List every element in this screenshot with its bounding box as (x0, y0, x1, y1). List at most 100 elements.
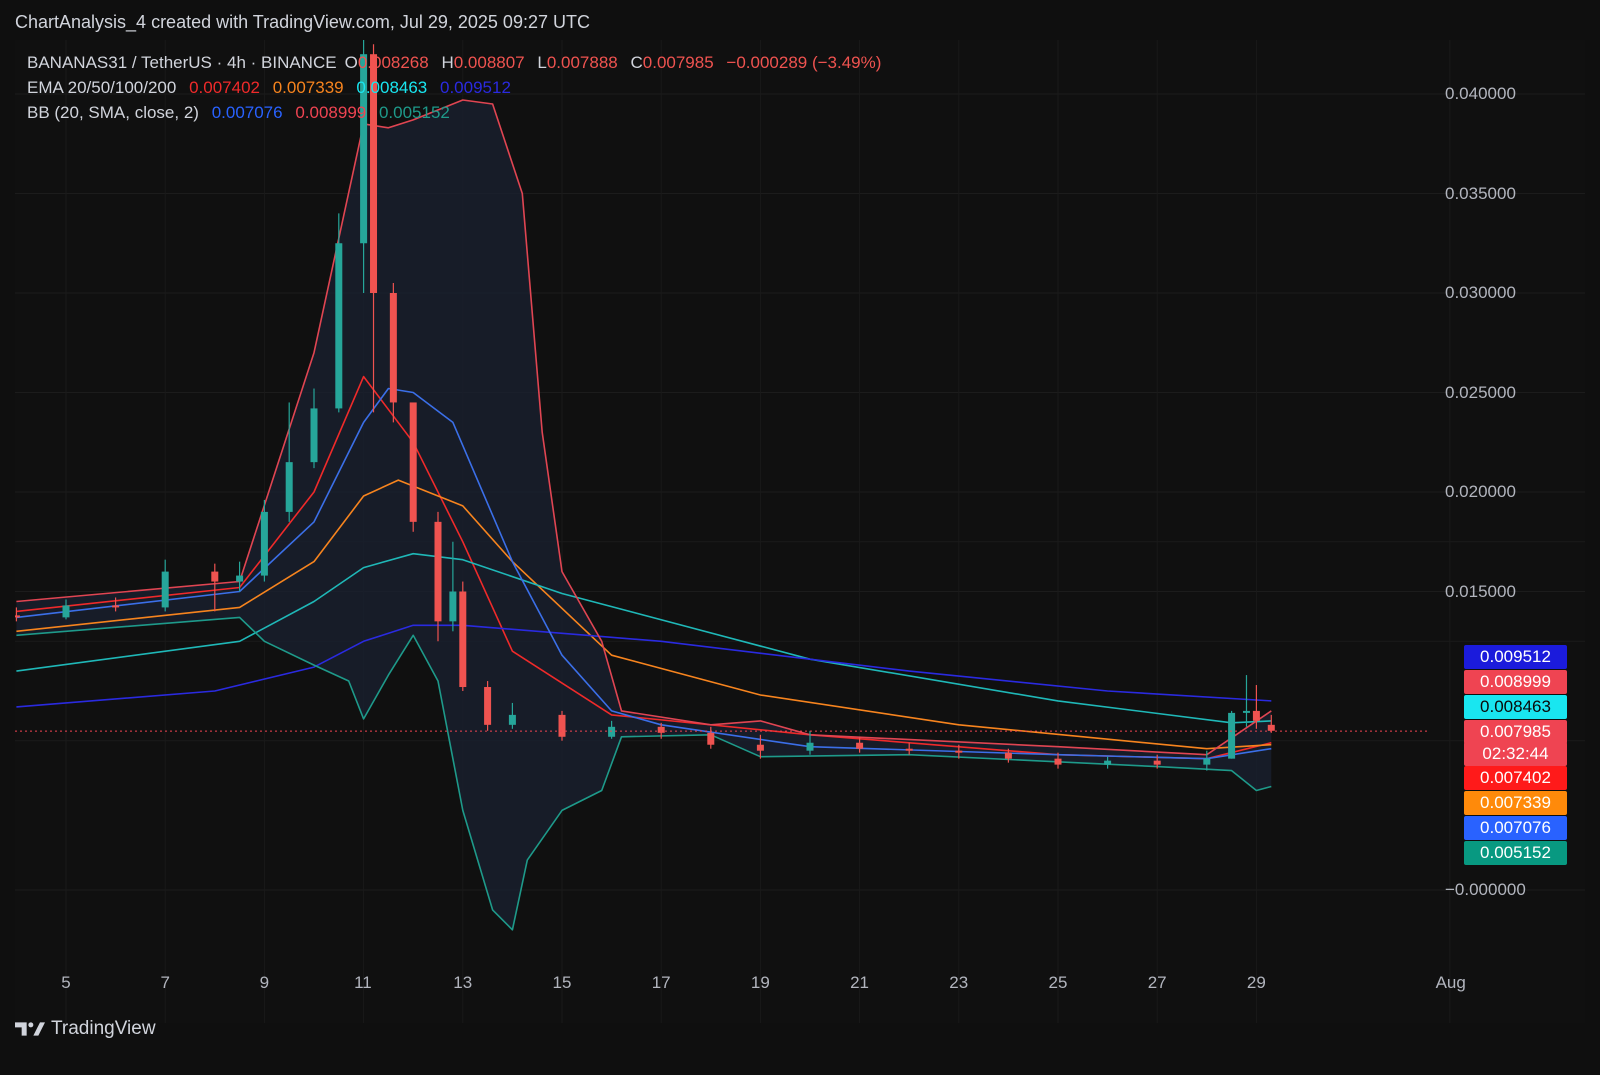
x-tick-label: 15 (552, 973, 572, 992)
y-tick-label: −0.000000 (1445, 880, 1526, 899)
candle-body (434, 521, 442, 622)
legend-change: −0.000289 (−3.49%) (726, 53, 882, 72)
x-tick-label: Aug (1435, 973, 1466, 992)
candle (389, 283, 397, 423)
x-tick-label: 23 (949, 973, 969, 992)
x-tick-label: 11 (354, 973, 372, 992)
legend-ema100-value: 0.008463 (356, 78, 428, 97)
candle-body (1203, 758, 1211, 765)
y-tick-label: 0.040000 (1445, 84, 1516, 103)
x-tick-label: 5 (61, 973, 71, 992)
candle (260, 499, 268, 582)
chart-panel[interactable] (15, 40, 1585, 1023)
y-tick-label: 0.015000 (1445, 581, 1516, 601)
candle-body (608, 726, 616, 737)
legend-ema: EMA 20/50/100/200 0.007402 0.007339 0.00… (27, 78, 519, 98)
candle (409, 402, 417, 532)
x-tick-label: 21 (850, 973, 870, 992)
y-tick-label: 0.030000 (1445, 283, 1516, 302)
candle (161, 559, 169, 612)
legend-symbol: BANANAS31 / TetherUS · 4h · BINANCE (27, 53, 337, 72)
candle (484, 681, 492, 731)
x-tick-label: 7 (160, 973, 170, 992)
candle-body (856, 742, 864, 749)
candle-body (459, 591, 467, 688)
candle-body (558, 714, 566, 737)
x-tick-label: 27 (1147, 973, 1167, 992)
candle-body (389, 293, 397, 403)
candle-body (310, 408, 318, 463)
candle-body (1004, 752, 1012, 759)
candle-body (211, 571, 219, 582)
candle-body (236, 575, 244, 582)
legend-high-label: H (441, 53, 454, 72)
legend-ema20-value: 0.007402 (189, 78, 260, 97)
candle-body (806, 742, 814, 751)
candle (558, 710, 566, 741)
candle-body (756, 744, 764, 751)
series-line-bb-upper (16, 99, 1272, 756)
x-tick-label: 9 (259, 973, 270, 992)
price-tag: 0.008463 (1464, 695, 1567, 719)
candlestick-series (15, 40, 1275, 771)
countdown-tag: 02:32:44 (1464, 742, 1567, 766)
price-tag: 0.008999 (1464, 670, 1567, 694)
y-tick-label: 0.025000 (1445, 382, 1516, 402)
legend-ema200-value: 0.009512 (440, 78, 511, 97)
candle-body (1228, 712, 1236, 759)
series-line-ema-100 (16, 552, 1272, 724)
legend-high-value: 0.008807 (453, 53, 525, 72)
candle-body (508, 714, 516, 725)
series-line-bb-basis (16, 387, 1272, 760)
legend-ema50-value: 0.007339 (272, 78, 344, 97)
legend-bb: BB (20, SMA, close, 2) 0.007076 0.008999… (27, 103, 458, 123)
legend-open-value: 0.008268 (357, 53, 429, 72)
candle-body (657, 726, 665, 733)
legend-ema-label: EMA 20/50/100/200 (27, 78, 177, 97)
tradingview-logo[interactable]: TradingView (15, 1018, 156, 1040)
candle-body (484, 687, 492, 725)
candle-body (1104, 760, 1112, 765)
grid-layer (15, 40, 1585, 1023)
chart-caption: ChartAnalysis_4 created with TradingView… (15, 12, 590, 32)
candle-body (112, 605, 120, 608)
candle (1228, 710, 1236, 759)
x-tick-label: 29 (1246, 973, 1266, 992)
legend-ohlc: BANANAS31 / TetherUS · 4h · BINANCE O0.00… (27, 53, 889, 73)
series-line-ema-20 (16, 375, 1272, 760)
legend-bb-upper-value: 0.008999 (295, 103, 367, 122)
y-tick-label: 0.035000 (1445, 183, 1516, 203)
price-chart[interactable] (15, 40, 1585, 1023)
legend-bb-basis-value: 0.007076 (211, 103, 283, 122)
candle-body (161, 571, 169, 608)
bollinger-band-area (16, 99, 1272, 930)
candle-body (15, 615, 20, 618)
x-tick-label: 17 (651, 973, 671, 992)
candle-body (1242, 710, 1250, 713)
legend-close-label: C (630, 53, 643, 72)
legend-low-value: 0.007888 (546, 53, 618, 72)
candle-body (260, 511, 268, 576)
candle-body (707, 732, 715, 745)
price-tag: 0.007076 (1464, 816, 1567, 840)
legend-open-label: O (344, 53, 358, 72)
price-tag: 0.005152 (1464, 841, 1567, 865)
legend-bb-label: BB (20, SMA, close, 2) (27, 103, 199, 122)
price-tag: 0.007339 (1464, 791, 1567, 815)
candle-body (955, 750, 963, 753)
candle-body (335, 243, 343, 409)
tradingview-logo-icon (15, 1022, 45, 1036)
candle (335, 213, 343, 413)
legend-bb-lower-value: 0.005152 (378, 103, 450, 122)
indicator-lines (16, 99, 1272, 931)
x-tick-label: 13 (453, 973, 473, 992)
legend-low-label: L (537, 53, 547, 72)
candle-body (62, 605, 70, 618)
candle-body (449, 591, 457, 622)
candle-body (285, 462, 293, 512)
price-tag: 0.007402 (1464, 766, 1567, 790)
candle-body (1267, 724, 1275, 731)
y-tick-label: 0.020000 (1445, 482, 1516, 501)
candle (459, 581, 467, 691)
legend-close-value: 0.007985 (642, 53, 714, 72)
